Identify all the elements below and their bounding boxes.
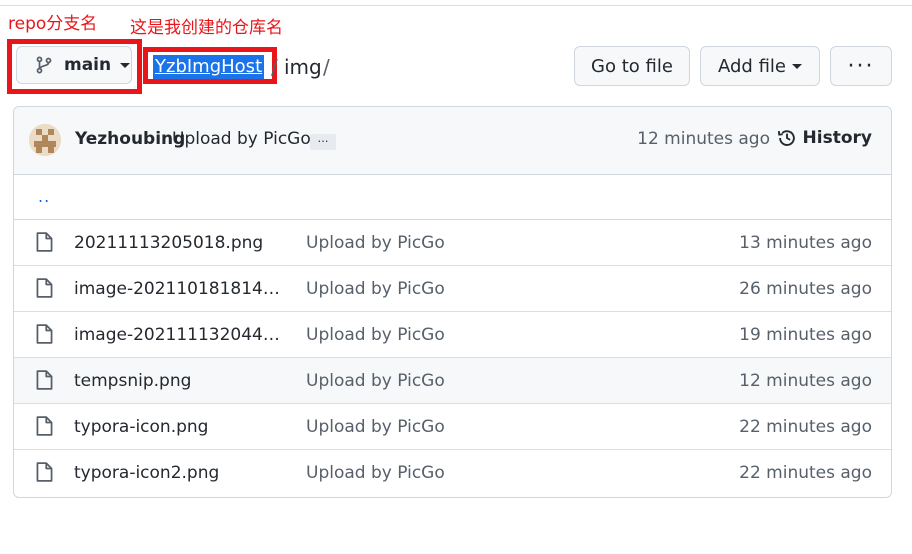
file-row[interactable]: typora-icon2.png Upload by PicGo 22 minu… <box>14 450 891 496</box>
breadcrumb-folder: img <box>284 55 322 79</box>
file-commit-time: 19 minutes ago <box>739 325 872 345</box>
history-icon <box>777 130 795 146</box>
file-commit-time: 22 minutes ago <box>739 417 872 437</box>
commit-author-link[interactable]: Yezhoubing <box>75 129 185 149</box>
breadcrumb-separator: / <box>271 55 278 79</box>
add-file-button[interactable]: Add file <box>700 46 820 86</box>
kebab-horizontal-icon: ··· <box>847 53 875 79</box>
file-row[interactable]: tempsnip.png Upload by PicGo 12 minutes … <box>14 358 891 404</box>
chevron-down-icon <box>120 62 131 68</box>
file-commit-message-link[interactable]: Upload by PicGo <box>306 279 445 299</box>
file-commit-message-link[interactable]: Upload by PicGo <box>306 463 445 483</box>
chevron-down-icon <box>791 63 802 69</box>
file-name-link[interactable]: tempsnip.png <box>74 371 288 391</box>
go-to-file-label: Go to file <box>591 55 673 77</box>
breadcrumb-repo-link[interactable]: YzbImgHost <box>153 55 265 79</box>
file-icon <box>36 324 53 344</box>
file-browser: Yezhoubing Upload by PicGo … 12 minutes … <box>13 106 892 498</box>
file-commit-time: 22 minutes ago <box>739 463 872 483</box>
avatar-identicon-icon <box>29 124 61 156</box>
file-commit-message-link[interactable]: Upload by PicGo <box>306 371 445 391</box>
file-row[interactable]: 20211113205018.png Upload by PicGo 13 mi… <box>14 220 891 266</box>
more-options-button[interactable]: ··· <box>830 46 892 86</box>
add-file-label: Add file <box>718 55 786 77</box>
annotation-branch-note: repo分支名 <box>8 14 98 34</box>
file-icon <box>36 370 53 390</box>
file-name-link[interactable]: typora-icon2.png <box>74 463 288 483</box>
annotation-repo-note: 这是我创建的仓库名 <box>130 18 283 38</box>
branch-name: main <box>64 55 112 75</box>
commit-expand-button[interactable]: … <box>310 133 336 150</box>
latest-commit-bar: Yezhoubing Upload by PicGo … 12 minutes … <box>14 107 891 175</box>
file-commit-time: 12 minutes ago <box>739 371 872 391</box>
file-icon <box>36 278 53 298</box>
parent-directory-row[interactable]: .. <box>14 175 891 220</box>
file-row[interactable]: typora-icon.png Upload by PicGo 22 minut… <box>14 404 891 450</box>
file-commit-time: 13 minutes ago <box>739 233 872 253</box>
file-row[interactable]: image-20211113204426890.png Upload by Pi… <box>14 312 891 358</box>
file-name-link[interactable]: image-20211018181421421.png <box>74 279 288 299</box>
breadcrumb-trailing-separator: / <box>323 55 330 79</box>
file-icon <box>36 462 53 482</box>
file-name-link[interactable]: typora-icon.png <box>74 417 288 437</box>
avatar[interactable] <box>29 124 61 156</box>
file-icon <box>36 416 53 436</box>
file-commit-time: 26 minutes ago <box>739 279 872 299</box>
go-to-file-button[interactable]: Go to file <box>574 46 690 86</box>
file-commit-message-link[interactable]: Upload by PicGo <box>306 417 445 437</box>
history-label: History <box>802 128 872 148</box>
file-icon <box>36 232 53 252</box>
branch-selector-button[interactable]: main <box>16 46 132 84</box>
commit-message-link[interactable]: Upload by PicGo <box>172 129 311 149</box>
file-name-link[interactable]: 20211113205018.png <box>74 233 288 253</box>
file-commit-message-link[interactable]: Upload by PicGo <box>306 325 445 345</box>
top-divider <box>0 5 912 6</box>
file-commit-message-link[interactable]: Upload by PicGo <box>306 233 445 253</box>
commit-time: 12 minutes ago <box>637 129 770 149</box>
history-link[interactable]: History <box>777 128 872 148</box>
file-name-link[interactable]: image-20211113204426890.png <box>74 325 288 345</box>
git-branch-icon <box>36 56 52 74</box>
file-row[interactable]: image-20211018181421421.png Upload by Pi… <box>14 266 891 312</box>
parent-directory-link[interactable]: .. <box>38 187 50 206</box>
